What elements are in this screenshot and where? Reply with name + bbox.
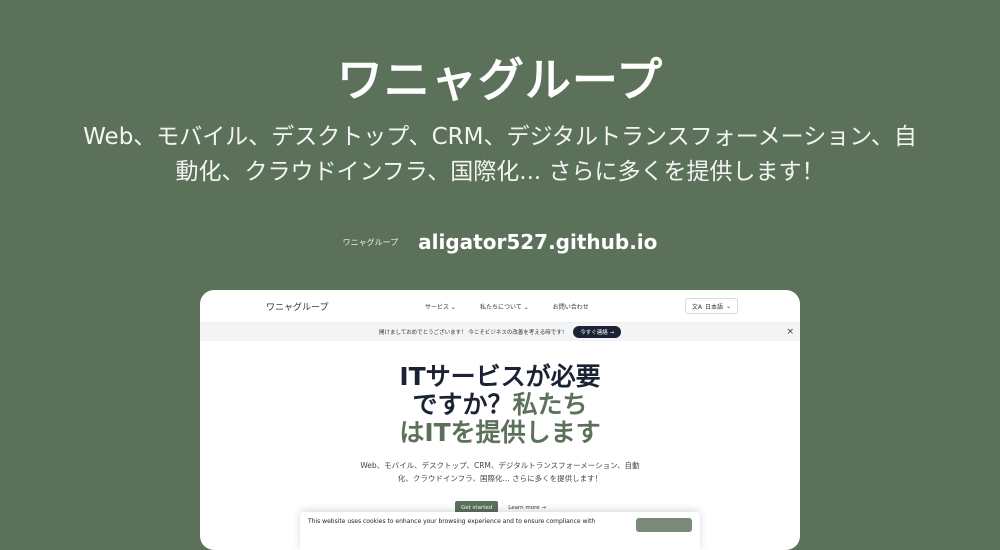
hero-heading: ITサービスが必要 ですか？私たち はITを提供します <box>200 363 800 447</box>
website-preview: ワニャグループ サービス 私たちについて お問い合わせ 文A 日本語 ⌄ 開けま… <box>200 290 800 550</box>
announcement-banner: 開けましておめでとうございます！ 今こそビジネスの改善を考える時です！ 今すぐ連… <box>200 323 800 341</box>
site-logo: ワニャグループ <box>342 237 399 247</box>
preview-brand[interactable]: ワニャグループ <box>266 300 328 313</box>
nav-item-contact[interactable]: お問い合わせ <box>553 302 589 311</box>
site-url[interactable]: aligator527.github.io <box>418 230 657 254</box>
preview-nav-links: サービス 私たちについて お問い合わせ <box>425 302 589 311</box>
preview-navbar: ワニャグループ サービス 私たちについて お問い合わせ 文A 日本語 ⌄ <box>200 290 800 323</box>
language-label: 日本語 <box>704 303 723 311</box>
site-line: ワニャグループ aligator527.github.io <box>0 230 1000 254</box>
hero-line-2a: ですか？ <box>412 390 513 419</box>
nav-item-services[interactable]: サービス <box>425 302 456 311</box>
hero-line-2b: 私たち <box>512 390 588 419</box>
cookie-text: This website uses cookies to enhance you… <box>308 518 596 525</box>
nav-item-about[interactable]: 私たちについて <box>480 302 529 311</box>
learn-more-button[interactable]: Learn more → <box>508 505 546 511</box>
hero-line-1: ITサービスが必要 <box>399 362 601 391</box>
translate-icon: 文A <box>691 303 702 311</box>
banner-cta-button[interactable]: 今すぐ連絡 → <box>573 326 622 338</box>
language-selector[interactable]: 文A 日本語 ⌄ <box>684 298 738 314</box>
page-title: ワニャグループ <box>336 53 664 107</box>
page-subtitle: Web、モバイル、デスクトップ、CRM、デジタルトランスフォーメーション、自動化… <box>83 124 917 185</box>
close-icon[interactable]: × <box>786 327 794 337</box>
cookie-accept-button[interactable] <box>636 518 692 532</box>
hero-description: Web、モバイル、デスクトップ、CRM、デジタルトランスフォーメーション、自動化… <box>360 461 640 483</box>
chevron-down-icon: ⌄ <box>725 302 731 310</box>
banner-text: 開けましておめでとうございます！ 今こそビジネスの改善を考える時です！ <box>378 330 568 336</box>
hero-line-2: ですか？私たち <box>200 391 800 419</box>
hero-line-3: はITを提供します <box>399 418 601 447</box>
cookie-banner: This website uses cookies to enhance you… <box>300 512 700 550</box>
